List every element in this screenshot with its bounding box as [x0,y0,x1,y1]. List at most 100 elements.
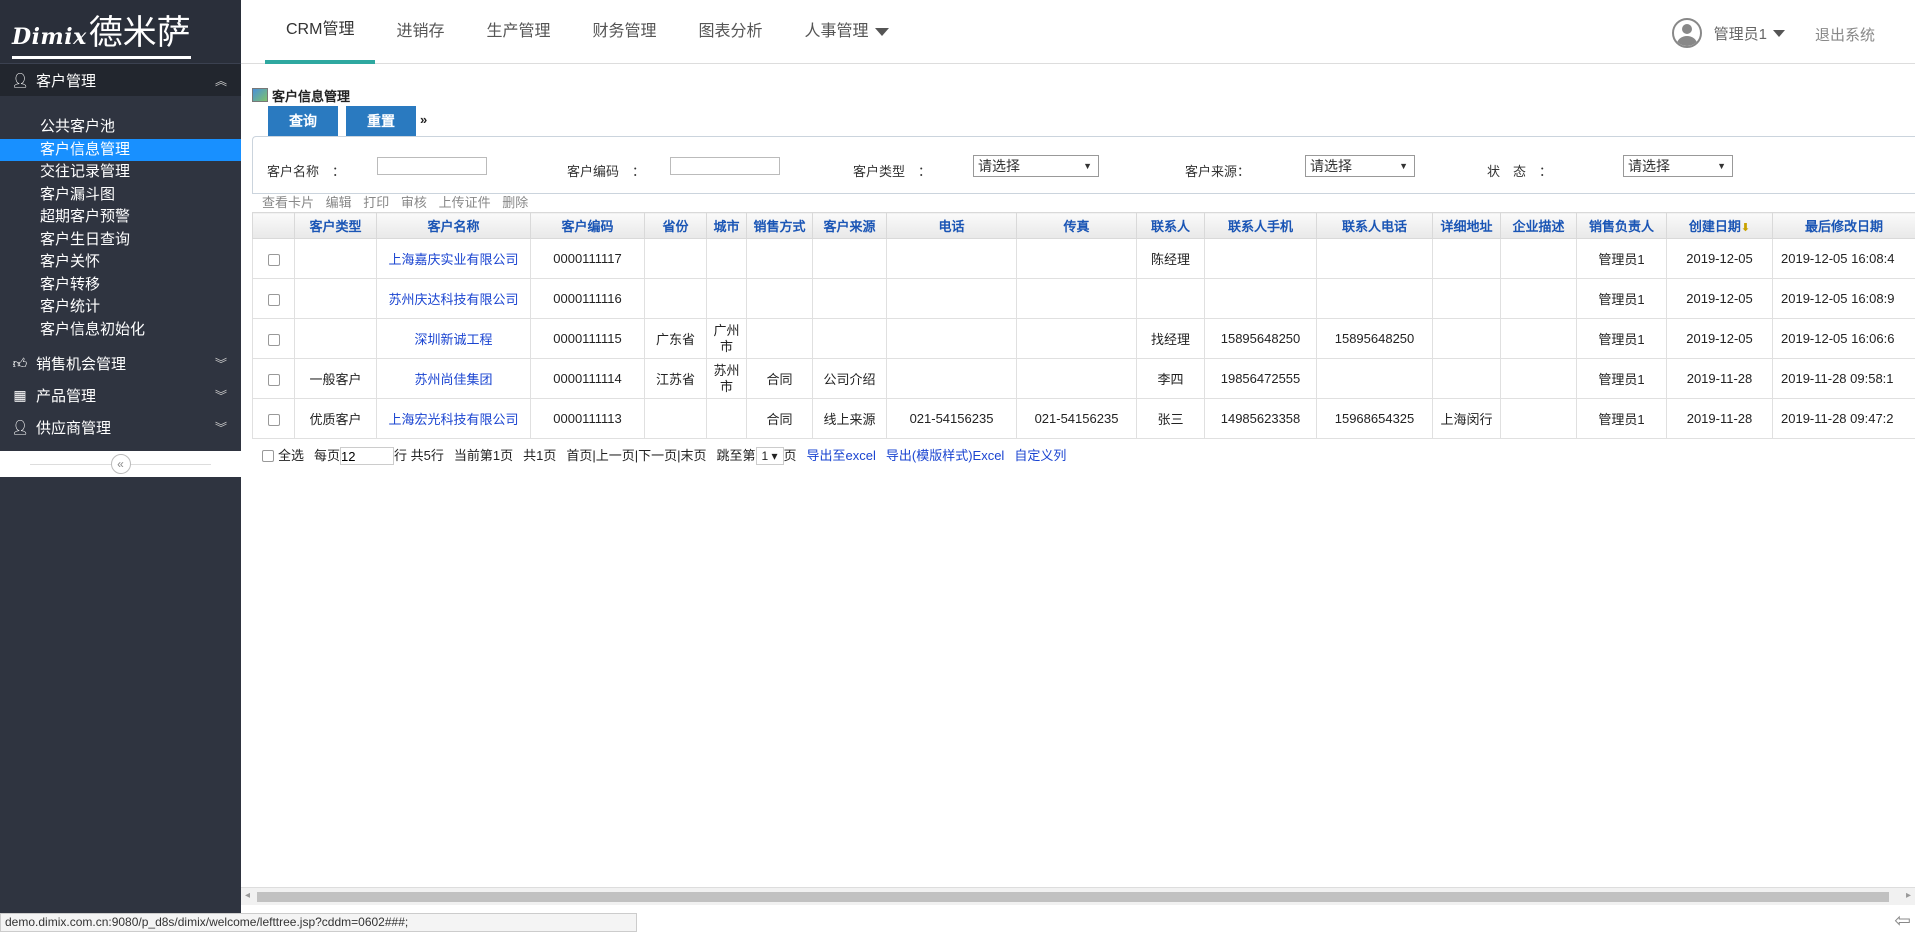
customer-type-label: 客户类型 ： [853,161,931,180]
print-action[interactable]: 打印 [363,195,389,210]
expand-filters-icon[interactable]: » [420,112,427,127]
table-row[interactable]: 苏州庆达科技有限公司 0000111116 管理员1 2019-12-05 20… [253,279,1915,319]
tab-charts[interactable]: 图表分析 [678,0,784,64]
sidebar-section-customer[interactable]: 👤︎ 客户管理 ︽ [0,64,241,96]
customer-name-input[interactable] [377,157,487,175]
column-header[interactable]: 企业描述 [1501,213,1577,239]
sidebar-item-customer-info[interactable]: 客户信息管理 [0,139,241,162]
tab-hr[interactable]: 人事管理 [784,0,910,64]
table-row[interactable]: 上海嘉庆实业有限公司 0000111117 陈经理 管理员1 2019-12-0… [253,239,1915,279]
sidebar-item-overdue-alert[interactable]: 超期客户预警 [0,206,241,229]
column-header-created-date[interactable]: 创建日期⬇ [1667,213,1773,239]
per-page-suffix: 行 共5行 [394,445,444,467]
scroll-right-icon[interactable]: ▸ [1906,890,1911,901]
collapse-sidebar-icon[interactable]: « [111,454,131,474]
table-row[interactable]: 一般客户 苏州尚佳集团 0000111114 江苏省 苏州市 合同 公司介绍 李… [253,359,1915,399]
cell: 021-54156235 [887,399,1017,439]
column-header[interactable]: 客户来源 [813,213,887,239]
customer-name-link[interactable]: 上海嘉庆实业有限公司 [377,239,531,279]
customer-source-select[interactable]: 请选择 [1305,155,1415,177]
scroll-left-icon[interactable]: ◂ [245,890,250,901]
row-checkbox[interactable] [268,254,280,266]
reset-button[interactable]: 重置 [346,106,416,136]
row-checkbox[interactable] [268,294,280,306]
query-bar: 查询 重置 » [252,106,1915,136]
table-row[interactable]: 深圳新诚工程 0000111115 广东省 广州市 找经理 1589564825… [253,319,1915,359]
sidebar-item-public-pool[interactable]: 公共客户池 [0,116,241,139]
column-header[interactable]: 省份 [645,213,707,239]
view-card-action[interactable]: 查看卡片 [262,195,314,210]
sidebar-item-care[interactable]: 客户关怀 [0,251,241,274]
customer-code-input[interactable] [670,157,780,175]
column-header[interactable]: 联系人电话 [1317,213,1433,239]
sidebar-item-birthday[interactable]: 客户生日查询 [0,229,241,252]
column-header[interactable]: 客户类型 [295,213,377,239]
row-checkbox[interactable] [268,374,280,386]
page-size-input[interactable] [340,447,394,465]
customer-table: 客户类型 客户名称 客户编码 省份 城市 销售方式 客户来源 电话 传真 联系人… [252,212,1915,439]
export-template-excel-link[interactable]: 导出(模版样式)Excel [886,445,1004,467]
current-page-text: 当前第1页 [454,445,513,467]
sidebar-section-label: 客户管理 [36,70,96,91]
column-header[interactable]: 最后修改日期 [1773,213,1915,239]
sidebar-item-statistics[interactable]: 客户统计 [0,296,241,319]
select-all-checkbox[interactable] [262,450,274,462]
sidebar-section-product[interactable]: ▦ 产品管理 ︾ [0,379,241,411]
row-checkbox[interactable] [268,414,280,426]
delete-action[interactable]: 删除 [502,195,528,210]
grid-icon: ▦ [12,387,28,404]
cell [1017,359,1137,399]
customer-type-select[interactable]: 请选择 [973,155,1099,177]
cell [887,319,1017,359]
column-header[interactable]: 销售负责人 [1577,213,1667,239]
customer-name-link[interactable]: 上海宏光科技有限公司 [377,399,531,439]
tab-finance[interactable]: 财务管理 [571,0,677,64]
table-row[interactable]: 优质客户 上海宏光科技有限公司 0000111113 合同 线上来源 021-5… [253,399,1915,439]
back-arrow-icon[interactable]: ⇦ [1894,908,1911,933]
edit-action[interactable]: 编辑 [326,195,352,210]
sidebar-item-contact-records[interactable]: 交往记录管理 [0,161,241,184]
caret-down-icon [875,28,889,36]
column-header[interactable]: 联系人 [1137,213,1205,239]
sidebar-section-supplier[interactable]: 👤︎ 供应商管理 ︾ [0,411,241,443]
jump-page-select[interactable]: 1 ▾ [756,447,784,465]
scrollbar-thumb[interactable] [257,892,1889,902]
column-header[interactable]: 城市 [707,213,747,239]
user-icon: 👤︎ [12,419,28,436]
horizontal-scrollbar[interactable]: ◂ ▸ [241,887,1915,905]
sidebar-item-transfer[interactable]: 客户转移 [0,274,241,297]
filter-panel: 客户名称 ： 客户编码 ： 客户类型 ： 请选择 客户来源： 请选择 状 态 ：… [252,136,1915,194]
column-header[interactable]: 联系人手机 [1205,213,1317,239]
export-excel-link[interactable]: 导出至excel [807,445,876,467]
column-header[interactable]: 电话 [887,213,1017,239]
status-select[interactable]: 请选择 [1623,155,1733,177]
cell [295,319,377,359]
user-menu[interactable]: 管理员1 [1672,18,1785,48]
sidebar-item-init[interactable]: 客户信息初始化 [0,319,241,342]
column-header-label: 创建日期 [1689,219,1741,234]
upload-certificate-action[interactable]: 上传证件 [439,195,491,210]
cell: 张三 [1137,399,1205,439]
tab-production[interactable]: 生产管理 [465,0,571,64]
query-button[interactable]: 查询 [268,106,338,136]
customer-name-link[interactable]: 苏州尚佳集团 [377,359,531,399]
cell: 陈经理 [1137,239,1205,279]
tab-crm[interactable]: CRM管理 [265,0,375,64]
sidebar-item-funnel[interactable]: 客户漏斗图 [0,184,241,207]
column-header[interactable]: 客户编码 [531,213,645,239]
custom-columns-link[interactable]: 自定义列 [1014,445,1066,467]
cell [1501,359,1577,399]
column-header[interactable]: 客户名称 [377,213,531,239]
column-header[interactable]: 详细地址 [1433,213,1501,239]
column-header[interactable]: 传真 [1017,213,1137,239]
customer-name-link[interactable]: 深圳新诚工程 [377,319,531,359]
sidebar-section-sales-opportunity[interactable]: 👍︎ 销售机会管理 ︾ [0,347,241,379]
page-navigation-links[interactable]: 首页|上一页|下一页|末页 [566,445,706,467]
logout-link[interactable]: 退出系统 [1815,24,1875,45]
review-action[interactable]: 审核 [401,195,427,210]
cell: 管理员1 [1577,319,1667,359]
tab-inventory[interactable]: 进销存 [375,0,465,64]
customer-name-link[interactable]: 苏州庆达科技有限公司 [377,279,531,319]
column-header[interactable]: 销售方式 [747,213,813,239]
row-checkbox[interactable] [268,334,280,346]
